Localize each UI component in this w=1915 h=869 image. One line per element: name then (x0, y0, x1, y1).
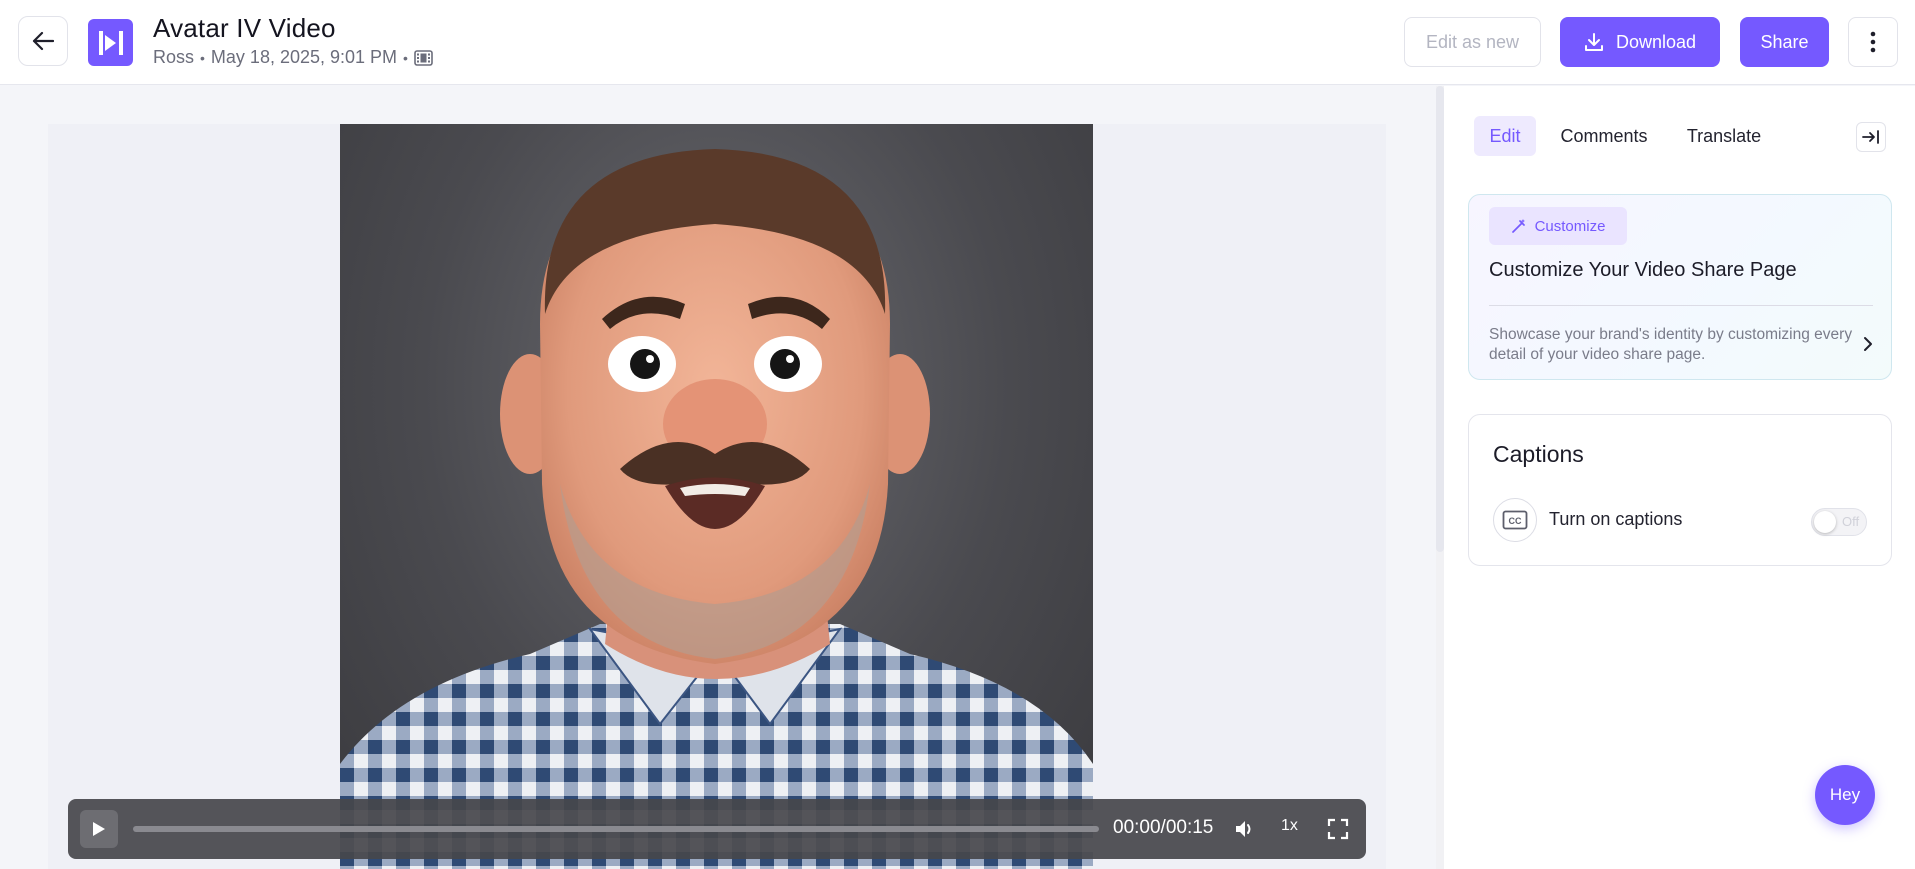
customize-badge-label: Customize (1534, 217, 1606, 235)
back-button[interactable] (18, 16, 68, 66)
header: Avatar IV Video Ross • May 18, 2025, 9:0… (0, 0, 1915, 85)
edit-as-new-button[interactable]: Edit as new (1404, 17, 1541, 67)
video-player[interactable] (340, 124, 1093, 869)
customize-description: Showcase your brand's identity by custom… (1489, 326, 1853, 363)
scrollbar-thumb[interactable] (1436, 86, 1444, 552)
time-display: 00:00/00:15 (1113, 817, 1214, 838)
svg-text:CC: CC (1509, 516, 1522, 526)
captions-toggle-label: Turn on captions (1549, 509, 1683, 529)
captions-title: Captions (1493, 441, 1584, 467)
download-icon (1584, 33, 1603, 51)
magic-wand-icon (1511, 219, 1525, 233)
avatar-image (340, 149, 1093, 869)
progress-bar[interactable] (133, 826, 1099, 832)
download-button[interactable]: Download (1560, 17, 1720, 67)
download-label: Download (1615, 31, 1697, 52)
chevron-right-icon[interactable] (1861, 335, 1875, 353)
tab-comments[interactable]: Comments (1546, 116, 1662, 156)
share-button[interactable]: Share (1740, 17, 1829, 67)
customize-card[interactable]: Customize Customize Your Video Share Pag… (1468, 194, 1892, 380)
arrow-left-icon (32, 31, 54, 51)
cc-icon: CC (1493, 498, 1537, 542)
play-button[interactable] (80, 810, 118, 848)
logo-icon (88, 19, 133, 66)
customize-title: Customize Your Video Share Page (1489, 259, 1797, 281)
captions-card: Captions CC Turn on captions Off (1468, 414, 1892, 566)
play-icon (93, 822, 105, 836)
separator-dot: • (403, 49, 408, 66)
created-date: May 18, 2025, 9:01 PM (210, 47, 398, 67)
collapse-panel-icon (1862, 130, 1879, 144)
customize-badge: Customize (1489, 207, 1627, 245)
main-area: 00:00/00:15 1x (0, 86, 1436, 869)
video-meta: Ross • May 18, 2025, 9:01 PM • (153, 47, 433, 68)
page-title: Avatar IV Video (153, 13, 336, 43)
side-panel: Edit Comments Translate Customize Custom… (1444, 86, 1915, 869)
fullscreen-icon[interactable] (1327, 818, 1349, 840)
toggle-knob (1814, 511, 1836, 533)
assistant-button[interactable]: Hey (1815, 765, 1875, 825)
more-options-button[interactable] (1848, 17, 1898, 67)
more-vertical-icon (1870, 31, 1876, 53)
film-icon (414, 49, 433, 66)
tab-edit[interactable]: Edit (1474, 116, 1536, 156)
playback-speed-button[interactable]: 1x (1281, 817, 1298, 835)
volume-icon[interactable] (1234, 818, 1256, 840)
captions-toggle[interactable]: Off (1811, 508, 1867, 536)
separator-dot: • (200, 49, 205, 66)
collapse-panel-button[interactable] (1856, 122, 1886, 152)
author-name: Ross (153, 47, 195, 67)
player-controls: 00:00/00:15 1x (68, 799, 1366, 859)
divider (1489, 305, 1873, 306)
toggle-state: Off (1842, 514, 1860, 529)
tab-translate[interactable]: Translate (1672, 116, 1776, 156)
